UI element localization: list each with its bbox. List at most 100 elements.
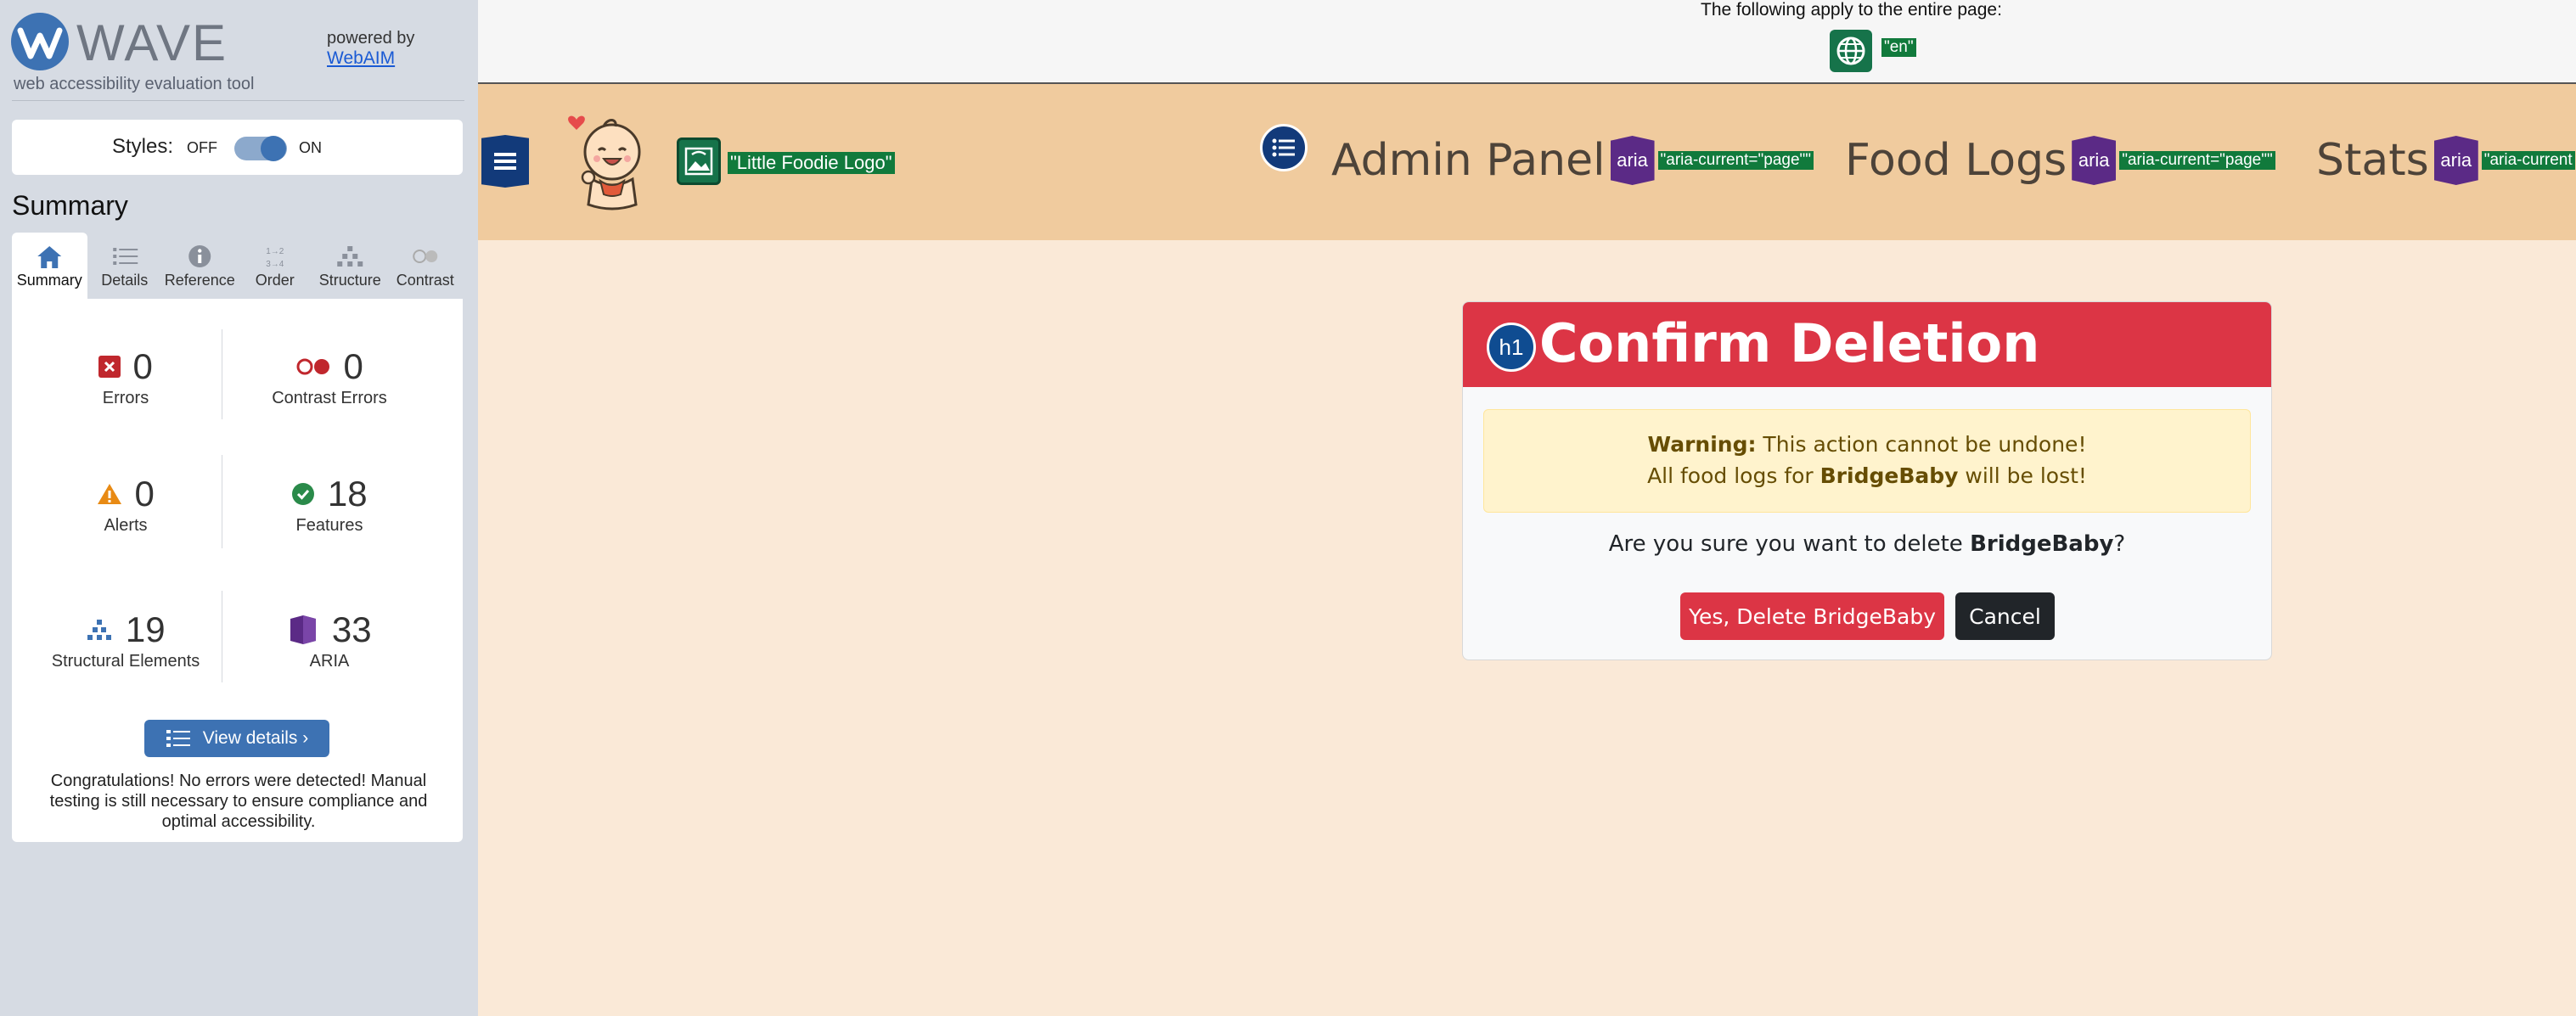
aria-icon [290,615,317,644]
view-details-label: View details › [202,728,309,748]
tab-label: Structure [318,272,381,289]
list-icon [1272,138,1295,157]
congrats-message: Congratulations! No errors were detected… [49,772,428,831]
alerts-count: 0 [134,474,155,514]
structure-icon [87,620,112,640]
error-icon [98,356,121,378]
nav-link-label: Admin Panel [1331,135,1606,186]
warning-text: This action cannot be undone! [1756,432,2087,457]
feature-check-icon [292,483,315,505]
contrast-errors-label: Contrast Errors [272,389,387,407]
lang-tag: "en" [1881,38,1916,57]
warning-line-2: All food logs for BridgeBaby will be los… [1484,460,2250,491]
styles-on-label: ON [299,139,322,156]
nav-link-label: Food Logs [1845,135,2067,186]
aria-count: 33 [331,609,372,649]
logo-alt-tag: "Little Foodie Logo" [728,152,895,174]
features-count: 18 [327,474,368,514]
alert-icon [98,484,122,504]
tab-label: Summary [16,272,82,289]
aria-label: ARIA [309,652,350,671]
contrast-icon [412,250,437,263]
warning-alert: Warning: This action cannot be undone! A… [1483,409,2251,513]
tab-label: Order [255,272,295,289]
structural-label: Structural Elements [51,652,200,671]
site-navbar: "Little Foodie Logo" Admin Panel aria "a… [478,84,2576,240]
tab-label: Reference [164,272,235,289]
svg-text:3→4: 3→4 [266,260,284,269]
view-details-button[interactable]: View details › [144,720,329,757]
tab-label: Details [101,272,149,289]
delete-button[interactable]: Yes, Delete BridgeBaby [1680,592,1944,640]
confirm-deletion-card: h1 Confirm Deletion Warning: This action… [1462,301,2272,660]
card-header: h1 Confirm Deletion [1463,302,2271,387]
language-icon[interactable] [1830,30,1872,72]
tab-structure[interactable]: Structure [312,233,388,299]
aria-current-tag: "aria-current="page"" [1657,151,1814,170]
question-name: BridgeBaby [1970,531,2114,557]
aria-current-tag: "aria-current [2481,151,2575,170]
page-title: Confirm Deletion [1539,312,2040,374]
aria-stat[interactable]: 33 ARIA [228,609,431,671]
tab-label: Contrast [396,272,454,289]
cancel-button[interactable]: Cancel [1955,592,2055,640]
wave-tagline: web accessibility evaluation tool [14,75,255,93]
styles-label: Styles: [112,135,174,158]
styles-off-label: OFF [187,139,217,156]
tab-details[interactable]: Details [87,233,163,299]
question-suffix: ? [2113,531,2126,557]
wave-tabs: Summary Details Reference 1→2 3→4 Order S… [12,233,463,299]
summary-panel: 0 Errors 0 Contrast Errors 0 Alerts 18 F… [12,299,463,842]
features-stat[interactable]: 18 Features [228,474,431,536]
confirm-question: Are you sure you want to delete BridgeBa… [1463,531,2271,557]
image-icon [684,147,713,176]
aria-icon: aria [1610,136,1655,185]
tab-summary[interactable]: Summary [12,233,87,299]
apply-text: The following apply to the entire page: [1701,0,2002,20]
order-icon: 1→23→4 [266,247,284,269]
nav-list-icon[interactable] [1260,124,1308,171]
nav-item-stats[interactable]: Stats aria "aria-current [2316,135,2575,186]
contrast-errors-stat[interactable]: 0 Contrast Errors [228,346,431,408]
page-level-info-bar: The following apply to the entire page: … [478,0,2576,84]
tab-order[interactable]: 1→2 3→4 Order [238,233,313,299]
alerts-label: Alerts [104,516,148,535]
tab-contrast[interactable]: Contrast [388,233,464,299]
aria-icon: aria [2072,136,2117,185]
styles-toggle-box: Styles: OFF ON [12,120,463,175]
tab-reference[interactable]: Reference [162,233,238,299]
wave-logo-icon [11,13,69,70]
globe-icon [1836,36,1865,65]
summary-heading: Summary [12,190,128,221]
aria-icon: aria [2433,136,2478,185]
alerts-stat[interactable]: 0 Alerts [24,474,228,536]
nav-structure-icon[interactable] [481,135,529,188]
nav-item-admin-panel[interactable]: Admin Panel aria "aria-current="page"" [1331,135,1814,186]
svg-text:1→2: 1→2 [266,247,284,256]
list-icon [166,730,190,747]
structural-count: 19 [125,609,166,649]
alt-image-icon[interactable] [677,138,721,185]
info-icon [188,245,211,267]
wave-sidebar: WAVE web accessibility evaluation tool p… [0,0,478,1016]
question-prefix: Are you sure you want to delete [1608,531,1971,557]
list-icon [494,153,516,170]
heading-h1-icon: h1 [1487,323,1536,372]
styles-toggle[interactable] [234,136,287,161]
contrast-error-icon [296,358,330,375]
errors-count: 0 [132,346,153,386]
warning-name: BridgeBaby [1820,463,1959,488]
baby-logo-image[interactable] [565,109,653,215]
structural-stat[interactable]: 19 Structural Elements [24,609,228,671]
webaim-link[interactable]: WebAIM [327,48,414,69]
warning-label: Warning: [1647,432,1757,457]
warning-prefix: All food logs for [1647,463,1820,488]
errors-label: Errors [102,389,149,407]
home-icon [37,246,62,268]
nav-item-food-logs[interactable]: Food Logs aria "aria-current="page"" [1845,135,2275,186]
powered-by: powered by WebAIM [327,29,414,69]
errors-stat[interactable]: 0 Errors [24,346,228,408]
aria-current-tag: "aria-current="page"" [2119,151,2275,170]
wave-wordmark: WAVE [76,14,228,71]
warning-line-1: Warning: This action cannot be undone! [1484,429,2250,460]
